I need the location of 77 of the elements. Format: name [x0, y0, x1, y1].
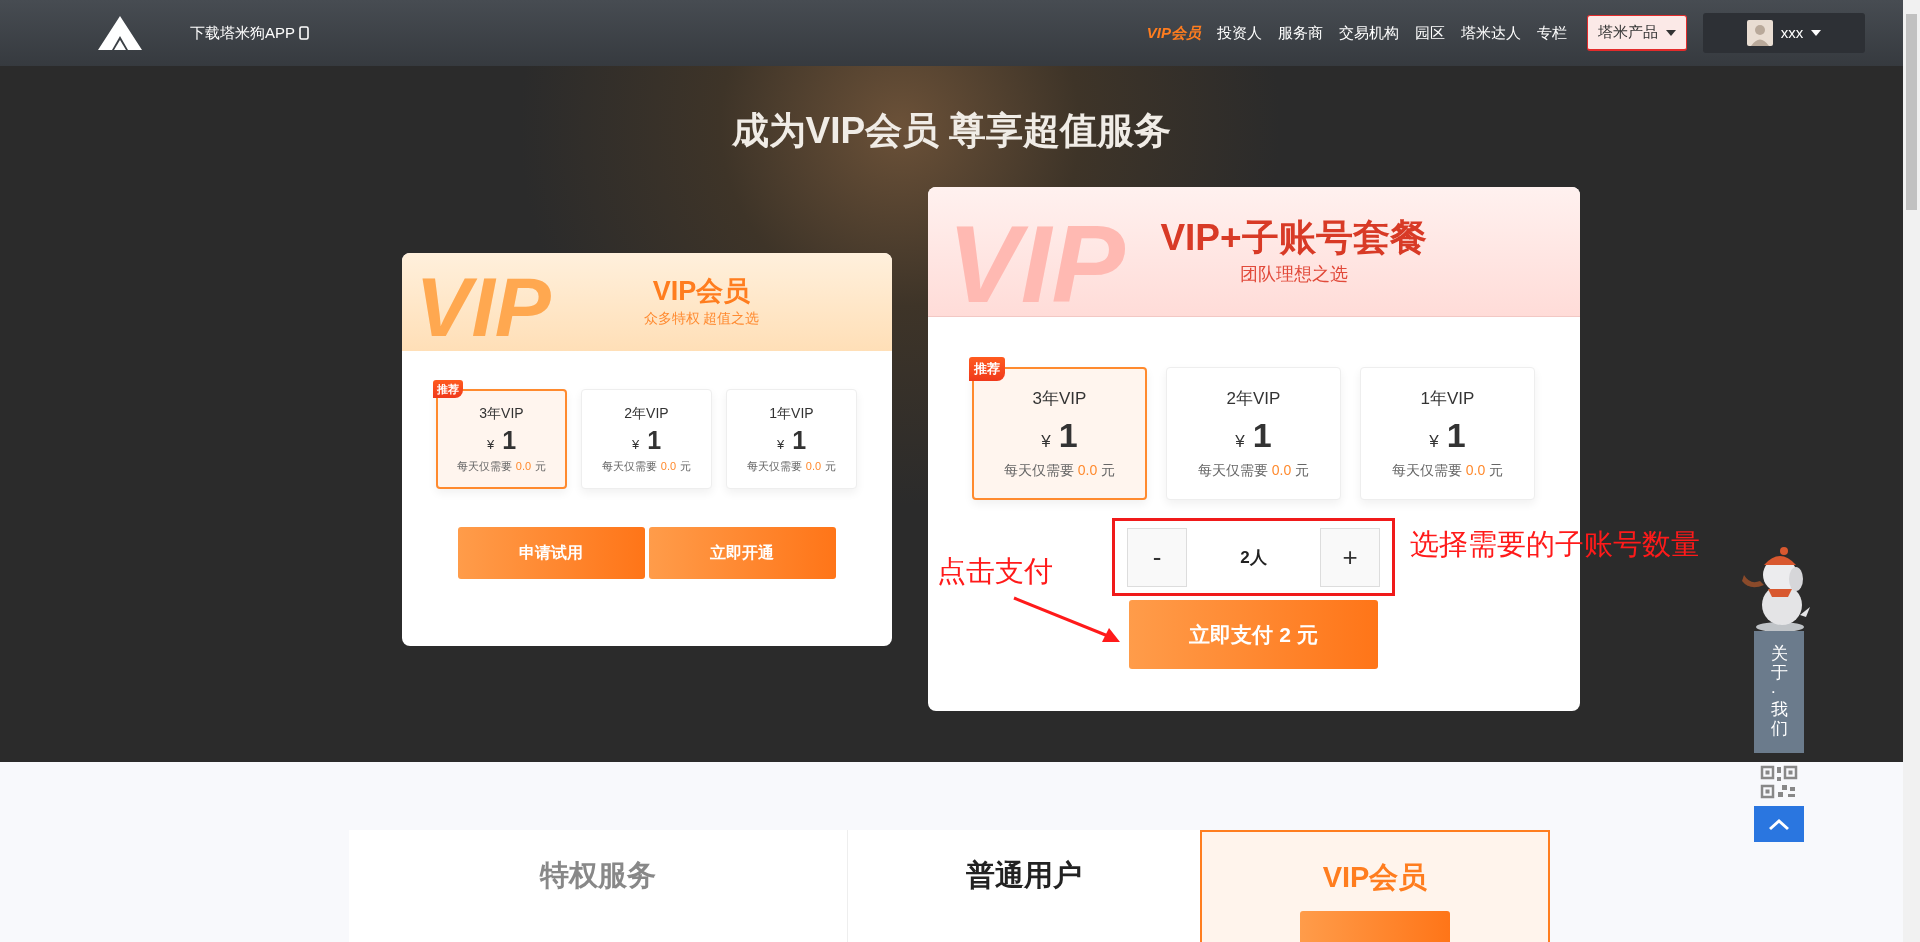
option-name: 1年VIP — [1420, 388, 1475, 411]
per-day-price: 0.0 — [1465, 461, 1486, 481]
per-day-price: 0.0 — [805, 459, 822, 475]
option-price: 1 — [647, 427, 662, 453]
nav-link[interactable]: 园区 — [1415, 21, 1445, 45]
per-day-label: 每天仅需要 — [456, 459, 512, 475]
currency-symbol: ¥ — [486, 435, 495, 454]
about-us-tab[interactable]: 关于·我们 — [1754, 631, 1804, 753]
per-day-label: 每天仅需要 — [1391, 461, 1462, 481]
plan-subtitle: 众多特权 超值之选 — [643, 308, 760, 328]
plan-subtitle: 团队理想之选 — [1239, 262, 1348, 286]
currency-symbol: ¥ — [1235, 430, 1245, 453]
back-to-top-button[interactable] — [1754, 806, 1804, 842]
recommend-tag: 推荐 — [433, 379, 463, 399]
annotation-text: 点击支付 — [936, 557, 1053, 587]
avatar-icon — [1746, 20, 1773, 46]
quantity-value: 2人 — [1240, 546, 1267, 569]
caret-icon — [1666, 29, 1676, 36]
nav-link[interactable]: 交易机构 — [1339, 21, 1399, 45]
per-day-unit: 元 — [1489, 461, 1504, 481]
per-day-label: 每天仅需要 — [1197, 461, 1268, 481]
plan-title: VIP会员 — [652, 275, 751, 308]
plan-title: VIP+子账号套餐 — [1160, 216, 1427, 261]
currency-symbol: ¥ — [776, 435, 785, 454]
plan-option[interactable]: 2年VIP ¥ 1 每天仅需要 0.0 元 — [1166, 367, 1341, 501]
plan-option[interactable]: 1年VIP ¥ 1 每天仅需要 0.0 元 — [1360, 367, 1535, 501]
option-price: 1 — [1058, 417, 1078, 452]
nav-link[interactable]: 服务商 — [1278, 21, 1323, 45]
per-day-label: 每天仅需要 — [1003, 461, 1074, 481]
recommend-tag: 推荐 — [969, 357, 1005, 381]
per-day-price: 0.0 — [1271, 461, 1292, 481]
plus-button[interactable]: + — [1320, 527, 1380, 587]
option-price: 1 — [502, 427, 517, 453]
phone-icon — [299, 26, 309, 40]
nav-link[interactable]: 塔米达人 — [1461, 21, 1521, 45]
column-title: 普通用户 — [966, 858, 1082, 893]
nav-link[interactable]: 专栏 — [1537, 21, 1567, 45]
plan-option[interactable]: 1年VIP ¥ 1 每天仅需要 0.0 元 — [726, 388, 857, 489]
chevron-up-icon — [1768, 817, 1790, 831]
currency-symbol: ¥ — [631, 435, 640, 454]
per-day-unit: 元 — [1295, 461, 1310, 481]
qr-code-icon[interactable] — [1760, 765, 1798, 799]
per-day-unit: 元 — [1101, 461, 1116, 481]
minus-button[interactable]: - — [1127, 527, 1187, 587]
scrollbar-thumb[interactable] — [1906, 14, 1917, 210]
option-price: 1 — [792, 427, 807, 453]
logo-icon[interactable] — [98, 16, 142, 50]
products-dropdown[interactable]: 塔米产品 — [1587, 15, 1687, 51]
user-menu[interactable]: xxx — [1703, 13, 1865, 53]
currency-symbol: ¥ — [1041, 430, 1051, 453]
per-day-price: 0.0 — [660, 459, 677, 475]
option-name: 2年VIP — [624, 403, 669, 423]
nav-link[interactable]: 投资人 — [1217, 21, 1262, 45]
background-text: VIP — [415, 264, 551, 349]
hero-title: 成为VIP会员 尊享超值服务 — [731, 109, 1172, 153]
option-name: 3年VIP — [1032, 388, 1087, 411]
download-link[interactable]: 下载塔米狗APP — [190, 21, 295, 45]
option-name: 2年VIP — [1226, 388, 1281, 411]
caret-icon — [1811, 30, 1822, 36]
option-price: 1 — [1252, 417, 1272, 452]
per-day-price: 0.0 — [515, 459, 532, 475]
column-title: 特权服务 — [540, 858, 656, 893]
option-name: 3年VIP — [479, 403, 524, 423]
per-day-price: 0.0 — [1077, 461, 1098, 481]
currency-symbol: ¥ — [1429, 430, 1439, 453]
scrollbar[interactable] — [1903, 0, 1920, 942]
per-day-unit: 元 — [680, 459, 692, 475]
open-button[interactable] — [1300, 910, 1450, 942]
per-day-label: 每天仅需要 — [601, 459, 657, 475]
nav-link[interactable]: VIP会员 — [1146, 21, 1201, 45]
column-title: VIP会员 — [1322, 860, 1428, 895]
option-name: 1年VIP — [769, 403, 814, 423]
per-day-unit: 元 — [535, 459, 547, 475]
per-day-unit: 元 — [825, 459, 837, 475]
per-day-label: 每天仅需要 — [746, 459, 802, 475]
option-price: 1 — [1446, 417, 1466, 452]
plan-option[interactable]: 2年VIP ¥ 1 每天仅需要 0.0 元 — [581, 388, 712, 489]
